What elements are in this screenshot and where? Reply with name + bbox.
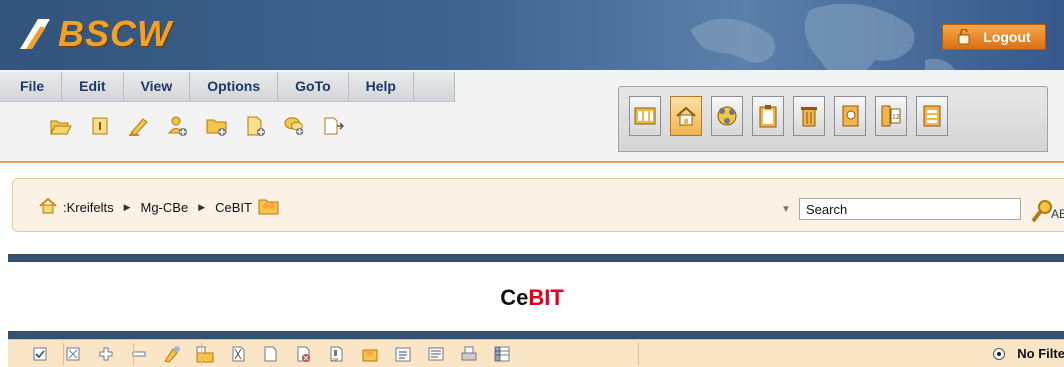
- logout-button[interactable]: Logout: [942, 24, 1046, 50]
- zip-icon[interactable]: ZIP: [327, 344, 347, 364]
- workspace-map-icon[interactable]: [711, 96, 743, 136]
- breadcrumb-separator-icon: ▶: [123, 202, 131, 212]
- archive-icon[interactable]: [393, 344, 413, 364]
- menu-edit[interactable]: Edit: [62, 72, 124, 101]
- page-title: CeBIT: [0, 285, 1064, 311]
- search-input[interactable]: [799, 198, 1021, 220]
- menu-view[interactable]: View: [124, 72, 191, 101]
- menu-file[interactable]: File: [0, 72, 63, 101]
- print-icon[interactable]: [459, 344, 479, 364]
- add-discussion-icon[interactable]: [284, 115, 306, 137]
- collapse-icon[interactable]: [129, 344, 149, 364]
- action-toolbar: [50, 115, 345, 137]
- divider-bar: [8, 331, 1064, 339]
- select-all-icon[interactable]: [30, 344, 50, 364]
- board-view-icon[interactable]: [629, 96, 661, 136]
- expand-icon[interactable]: [96, 344, 116, 364]
- search-icon: [1031, 200, 1052, 223]
- svg-text:ZIP: ZIP: [332, 357, 339, 362]
- home-crumb-icon[interactable]: [39, 197, 57, 217]
- logout-label: Logout: [983, 29, 1031, 45]
- breadcrumb-separator-icon: ▶: [198, 202, 206, 212]
- list-toolbar: ZIP No Filter: [8, 339, 1064, 367]
- tasks-icon[interactable]: [916, 96, 948, 136]
- header-bar: BSCW Logout: [0, 0, 1064, 86]
- catch-up-icon[interactable]: [162, 344, 182, 364]
- breadcrumb-item[interactable]: CeBIT: [215, 200, 252, 215]
- menu-options[interactable]: Options: [190, 72, 279, 101]
- home-icon[interactable]: [670, 96, 702, 136]
- logo-mark-icon: [20, 19, 50, 49]
- cut-icon[interactable]: [228, 344, 248, 364]
- table-icon[interactable]: [492, 344, 512, 364]
- address-book-icon[interactable]: [834, 96, 866, 136]
- breadcrumb-item[interactable]: Mg-CBe: [141, 200, 189, 215]
- breadcrumb-panel: :Kreifelts ▶ Mg-CBe ▶ CeBIT ▼ AB: [12, 178, 1064, 232]
- breadcrumb-item[interactable]: :Kreifelts: [63, 200, 114, 215]
- page-title-part1: Ce: [500, 285, 529, 310]
- search-ab-label: AB: [1051, 207, 1064, 221]
- info-icon[interactable]: [89, 115, 111, 137]
- pencil-icon[interactable]: [128, 115, 150, 137]
- toolbar-separator: [133, 343, 134, 365]
- delete-icon[interactable]: [294, 344, 314, 364]
- search-button[interactable]: AB: [1031, 193, 1064, 223]
- clipboard-icon[interactable]: [752, 96, 784, 136]
- add-document-icon[interactable]: [245, 115, 267, 137]
- filter-radio[interactable]: [993, 347, 1006, 360]
- trash-icon[interactable]: [793, 96, 825, 136]
- logo-text: BSCW: [58, 13, 172, 54]
- calendar-icon[interactable]: 12: [875, 96, 907, 136]
- export-icon[interactable]: [323, 115, 345, 137]
- menu-bar: File Edit View Options GoTo Help: [0, 72, 455, 102]
- add-folder-icon[interactable]: [206, 115, 228, 137]
- rate-icon[interactable]: [360, 344, 380, 364]
- filter-label: No Filter: [1017, 346, 1064, 361]
- menu-help[interactable]: Help: [349, 72, 414, 101]
- toolbar-separator: [638, 343, 639, 365]
- page-title-part2: BIT: [528, 285, 564, 310]
- send-icon[interactable]: [195, 344, 215, 364]
- toolbar-separator: [201, 343, 202, 365]
- logout-icon: [958, 29, 970, 45]
- menu-goto[interactable]: GoTo: [278, 72, 349, 101]
- report-icon[interactable]: [426, 344, 446, 364]
- open-folder-icon[interactable]: [50, 115, 72, 137]
- add-member-icon[interactable]: [167, 115, 189, 137]
- filter-option[interactable]: No Filter: [993, 346, 1064, 361]
- search-dropdown-arrow-icon[interactable]: ▼: [781, 204, 791, 215]
- breadcrumb: :Kreifelts ▶ Mg-CBe ▶ CeBIT: [39, 196, 280, 219]
- bscw-window: BSCW Logout File Edit View Options GoTo …: [0, 0, 1064, 367]
- toolbar-area: File Edit View Options GoTo Help 12: [0, 70, 1064, 163]
- copy-icon[interactable]: [261, 344, 281, 364]
- deselect-icon[interactable]: [63, 344, 83, 364]
- divider-bar: [8, 254, 1064, 262]
- bscw-logo: BSCW: [18, 12, 172, 56]
- toolbar-separator: [63, 343, 64, 365]
- svg-text:12: 12: [892, 114, 900, 121]
- view-switcher: 12: [618, 86, 1048, 152]
- shared-folder-icon[interactable]: [258, 196, 280, 219]
